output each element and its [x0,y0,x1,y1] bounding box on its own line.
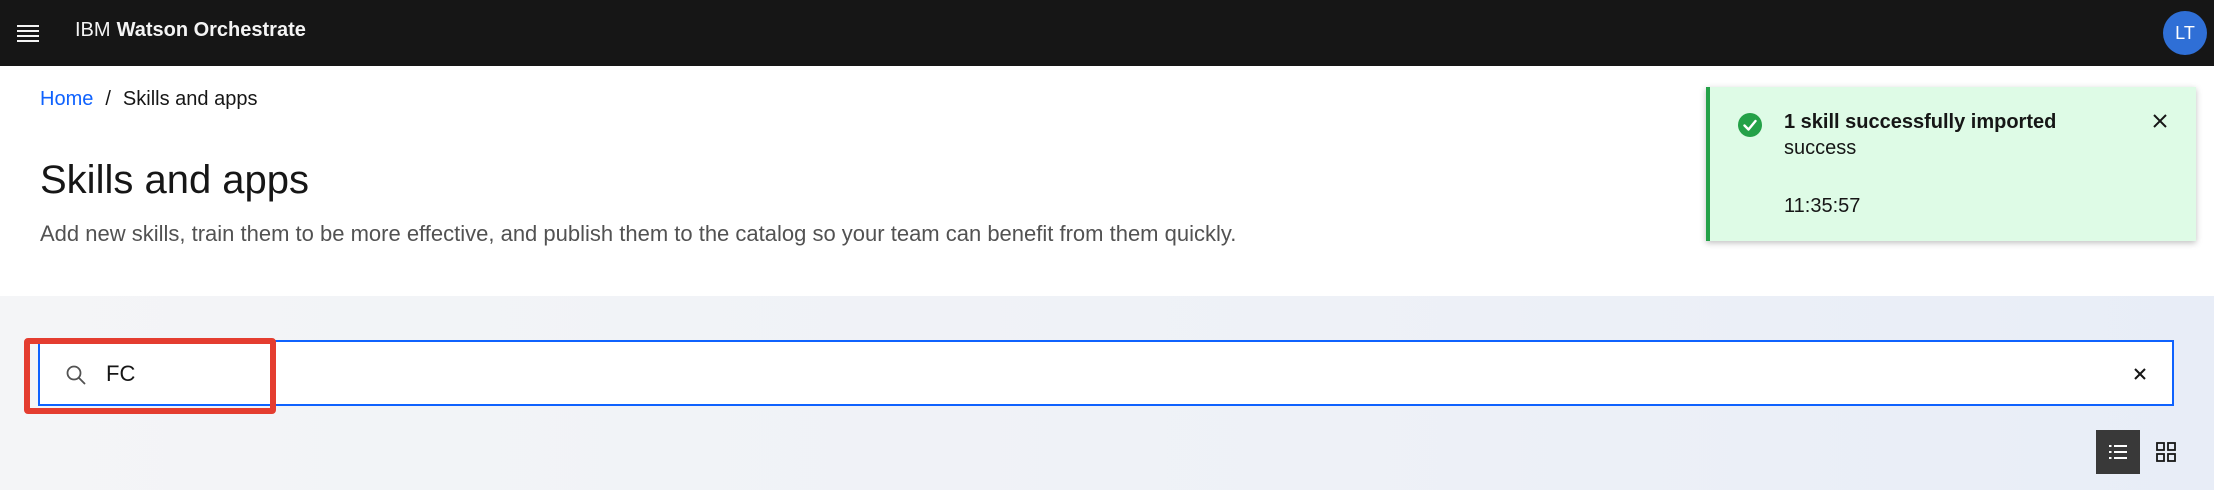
breadcrumb-current: Skills and apps [122,88,258,110]
toast-title: 1 skill successfully imported [1784,111,2057,133]
user-avatar[interactable]: LT [2163,11,2207,55]
breadcrumb-home-link[interactable]: Home [40,88,93,110]
close-icon[interactable] [2148,109,2172,133]
page-title: Skills and apps [40,158,310,202]
grid-view-icon [2156,442,2176,462]
search-icon [66,365,86,385]
top-navigation-bar: IBM Watson Orchestrate LT [0,0,2214,66]
toast-timestamp: 11:35:57 [1784,195,1861,217]
close-icon[interactable] [2128,362,2152,386]
grid-view-button[interactable] [2144,430,2188,474]
search-bar[interactable] [38,340,2174,406]
checkmark-filled-icon [1738,113,1762,137]
hamburger-menu-icon[interactable] [15,22,41,44]
brand-name: Watson Orchestrate [116,19,306,41]
breadcrumb: Home / Skills and apps [40,88,257,111]
brand-prefix: IBM [75,19,111,41]
toast-subtitle: success [1784,137,1857,159]
list-view-button[interactable] [2096,430,2140,474]
search-input[interactable] [106,352,2006,396]
breadcrumb-separator: / [105,88,111,110]
list-view-icon [2109,445,2127,459]
page-description: Add new skills, train them to be more ef… [40,221,1237,246]
app-brand[interactable]: IBM Watson Orchestrate [75,19,306,42]
success-toast-notification: 1 skill successfully imported success 11… [1706,87,2196,241]
